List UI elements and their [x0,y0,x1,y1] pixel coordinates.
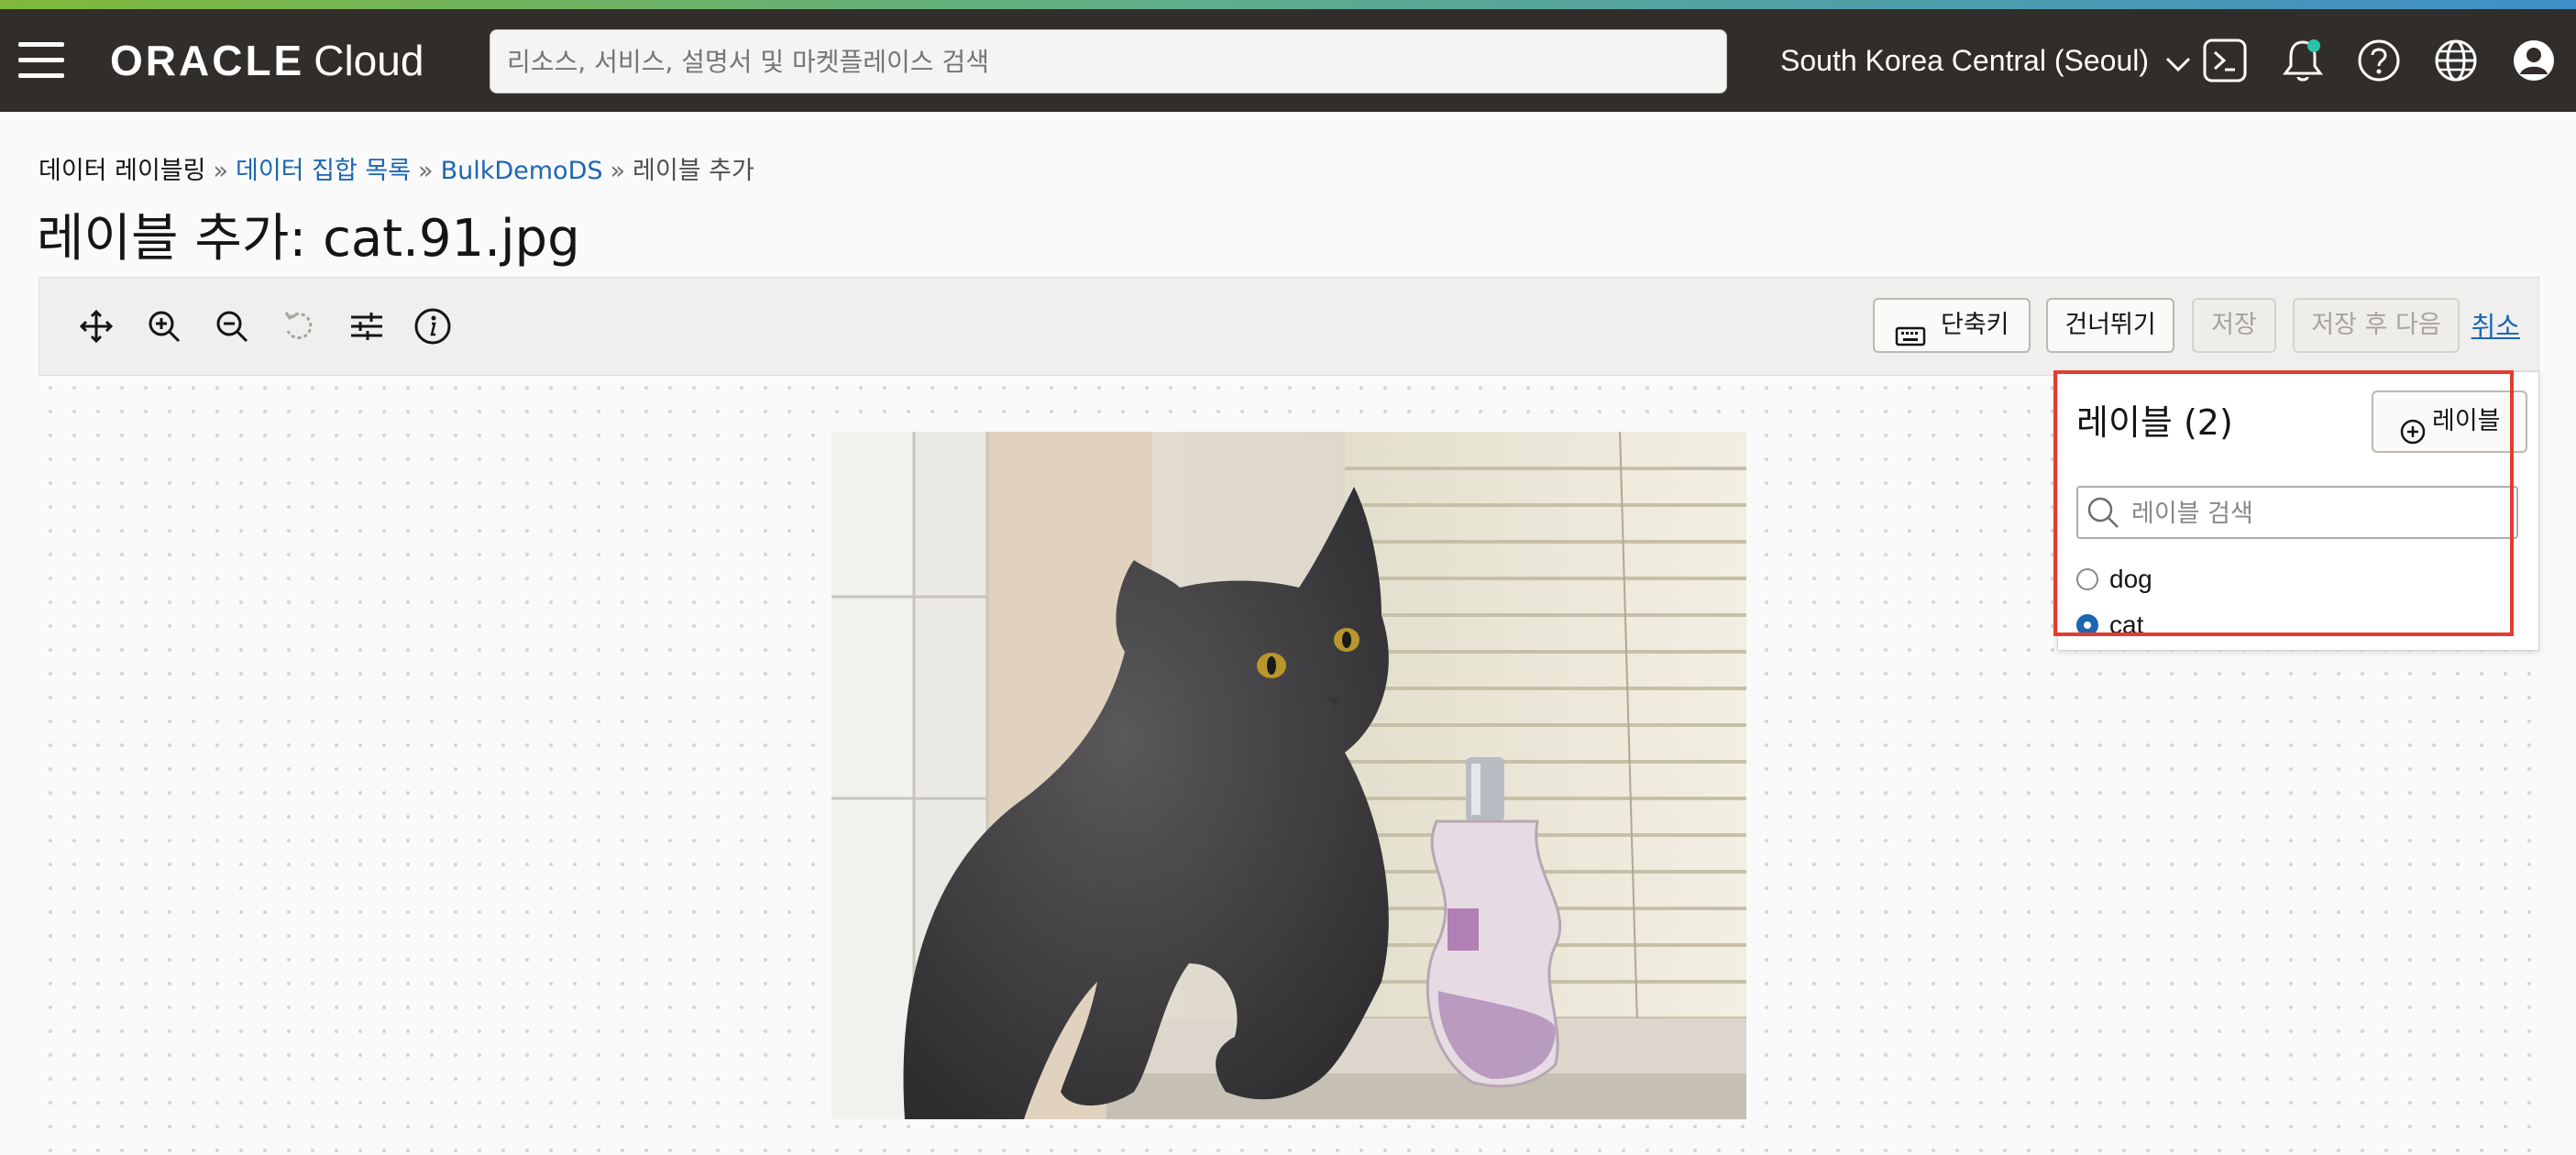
annotation-toolbar: 단축키 건너뛰기 저장 저장 후 다음 취소 [39,277,2539,376]
breadcrumb-separator: » [418,157,434,185]
shortcuts-button[interactable]: 단축키 [1873,298,2031,353]
cancel-link[interactable]: 취소 [2471,305,2520,347]
record-image[interactable] [831,432,1746,1119]
adjust-icon[interactable] [346,305,388,347]
keyboard-icon [1895,314,1926,366]
top-accent-strip [0,0,2576,9]
global-search-input[interactable] [490,29,1727,94]
language-globe-icon[interactable] [2430,35,2482,86]
reset-icon[interactable] [278,305,320,347]
radio-selected-icon[interactable] [2076,614,2098,636]
save-and-next-button[interactable]: 저장 후 다음 [2293,298,2460,353]
zoom-out-icon[interactable] [211,305,253,347]
breadcrumb-item-current: 레이블 추가 [633,157,754,185]
region-label: South Korea Central (Seoul) [1780,44,2149,77]
hamburger-line [18,73,64,78]
move-icon[interactable] [75,305,117,347]
label-option-text: cat [2109,610,2144,639]
label-option-dog[interactable]: dog [2076,561,2186,598]
label-option-cat[interactable]: cat [2076,607,2186,644]
skip-button[interactable]: 건너뛰기 [2046,298,2174,353]
shortcuts-label: 단축키 [1941,311,2009,339]
hamburger-line [18,42,64,47]
oracle-cloud-logo[interactable]: ORACLE Cloud [110,35,424,86]
region-selector[interactable]: South Korea Central (Seoul) [1780,35,2192,86]
label-search-input[interactable] [2130,491,2509,535]
global-header: ORACLECloud South Korea Central (Seoul) [0,9,2576,112]
breadcrumb-separator: » [213,157,228,185]
search-icon [2086,495,2120,534]
breadcrumb-item-data-labeling: 데이터 레이블링 [39,157,206,185]
help-icon[interactable] [2353,35,2405,86]
chevron-down-icon [2164,38,2192,89]
logo-brand: ORACLE [110,37,305,84]
add-label-button[interactable]: 레이블 [2372,390,2527,453]
logo-product: Cloud [314,37,424,84]
plus-circle-icon [2399,409,2427,468]
save-button[interactable]: 저장 [2192,298,2276,353]
navigation-menu-button[interactable] [18,42,64,79]
cloud-shell-icon[interactable] [2199,35,2251,86]
labels-panel: 레이블 (2) 레이블 dog cat [2057,371,2539,651]
info-icon[interactable] [412,305,454,347]
breadcrumb: 데이터 레이블링» 데이터 집합 목록» BulkDemoDS» 레이블 추가 [39,150,754,186]
label-search-field[interactable] [2076,486,2518,539]
page-title: 레이블 추가: cat.91.jpg [37,209,580,269]
user-profile-icon[interactable] [2508,35,2559,86]
breadcrumb-separator: » [610,157,626,185]
zoom-in-icon[interactable] [143,305,185,347]
hamburger-line [18,58,64,62]
breadcrumb-item-dataset-list[interactable]: 데이터 집합 목록 [236,157,411,185]
breadcrumb-item-dataset[interactable]: BulkDemoDS [441,157,603,185]
radio-unselected-icon[interactable] [2076,568,2098,590]
add-label-text: 레이블 [2432,407,2501,435]
notifications-bell-icon[interactable] [2277,35,2328,86]
label-option-text: dog [2109,565,2152,593]
labels-panel-title: 레이블 (2) [2076,402,2233,443]
